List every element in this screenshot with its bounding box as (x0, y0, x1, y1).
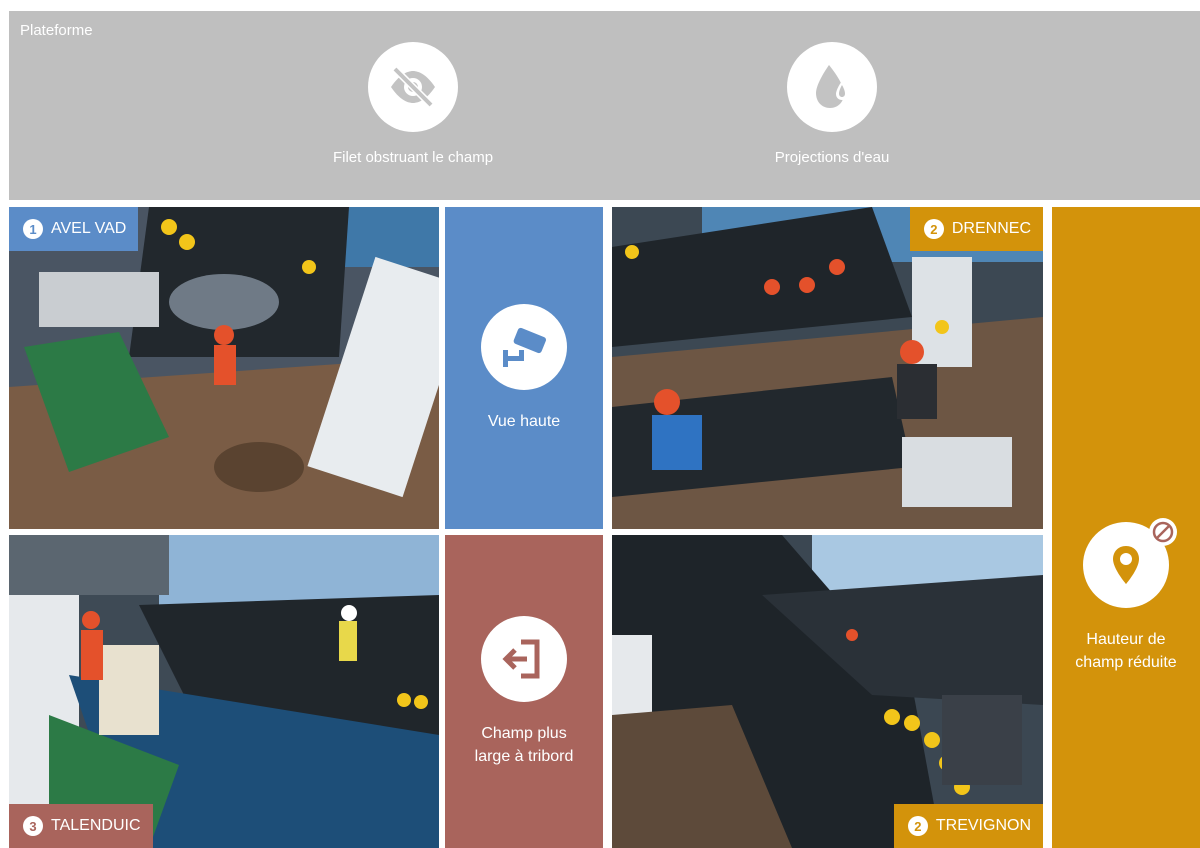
eye-slash-icon (368, 42, 458, 132)
deck-photo-drennec (612, 207, 1043, 529)
starboard-wide-label-line1: Champ plus (481, 724, 567, 742)
hazard-water-splash: Projections d'eau (712, 42, 952, 166)
no-entry-icon (1149, 517, 1177, 546)
camera-view-trevignon[interactable]: 2 TREVIGNON (612, 535, 1043, 848)
camera-name: DRENNEC (951, 220, 1031, 237)
deck-photo-trevignon (612, 535, 1043, 848)
top-view-tile[interactable]: Vue haute (445, 207, 603, 529)
camera-view-avel-vad[interactable]: 1 AVEL VAD (9, 207, 439, 529)
hazard-net-obstruction: Filet obstruant le champ (293, 42, 533, 166)
camera-tag-talenduic: 3 TALENDUIC (9, 804, 153, 848)
starboard-wide-label-line2: large à tribord (474, 747, 574, 765)
camera-number-badge: 3 (23, 816, 43, 836)
deck-photo-talenduic (9, 535, 439, 848)
camera-name: TREVIGNON (935, 817, 1031, 834)
camera-number-badge: 2 (907, 816, 928, 836)
camera-tag-drennec: 2 DRENNEC (909, 207, 1043, 251)
platform-title: Plateforme (20, 22, 93, 39)
camera-tag-avel-vad: 1 AVEL VAD (9, 207, 139, 251)
camera-view-drennec[interactable]: 2 DRENNEC (612, 207, 1043, 529)
starboard-wide-tile[interactable]: Champ plus large à tribord (445, 535, 603, 848)
location-pin-icon (1083, 517, 1177, 608)
deck-photo-avel-vad (9, 207, 439, 529)
camera-tag-trevignon: 2 TREVIGNON (893, 804, 1043, 848)
camera-name: TALENDUIC (51, 817, 141, 834)
camera-view-talenduic[interactable]: 3 TALENDUIC (9, 535, 439, 848)
hazard-water-splash-label: Projections d'eau (774, 149, 890, 166)
camera-number-badge: 1 (23, 219, 43, 239)
exit-door-icon (481, 615, 567, 702)
reduced-height-label-line1: Hauteur de (1086, 630, 1166, 648)
camera-number-badge: 2 (923, 219, 944, 239)
security-camera-icon (481, 303, 567, 390)
hazard-net-obstruction-label: Filet obstruant le champ (332, 149, 494, 166)
reduced-height-tile[interactable]: Hauteur de champ réduite (1052, 207, 1200, 848)
reduced-height-label-line2: champ réduite (1075, 653, 1177, 671)
platform-banner: Plateforme Filet obstruant le champ Proj… (9, 11, 1200, 200)
camera-name: AVEL VAD (51, 220, 127, 237)
water-drop-icon (787, 42, 877, 132)
top-view-label: Vue haute (487, 412, 561, 430)
